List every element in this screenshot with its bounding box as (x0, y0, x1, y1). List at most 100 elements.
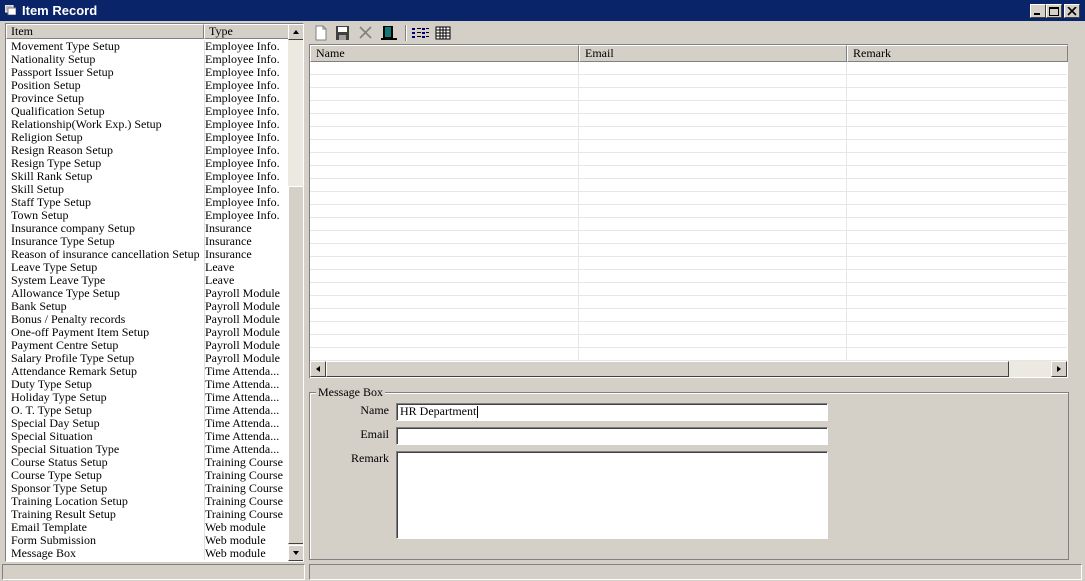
scroll-left-button[interactable] (310, 361, 326, 377)
grid-row-line (310, 295, 1067, 296)
list-item[interactable]: Reason of insurance cancellation Setup In… (6, 248, 288, 261)
arrow-down-icon (293, 551, 299, 555)
name-field[interactable]: HR Department (396, 403, 828, 421)
list-item[interactable]: Qualification Setup Employee Info. (6, 105, 288, 118)
list-item[interactable]: Message Box Web module (6, 547, 288, 560)
delete-button[interactable] (356, 24, 376, 42)
list-item[interactable]: Allowance Type Setup Payroll Module (6, 287, 288, 300)
list-item[interactable]: Bonus / Penalty records Payroll Module (6, 313, 288, 326)
list-view-button[interactable] (410, 24, 430, 42)
list-item[interactable]: Holiday Type Setup Time Attenda... (6, 391, 288, 404)
list-item[interactable]: Sponsor Type Setup Training Course (6, 482, 288, 495)
scroll-thumb[interactable] (288, 186, 303, 544)
record-grid[interactable]: Name Email Remark (309, 44, 1068, 378)
list-item[interactable]: Form Submission Web module (6, 534, 288, 547)
item-name: Form Submission (11, 534, 97, 547)
item-type: Employee Info. (204, 79, 285, 92)
column-header-email[interactable]: Email (579, 45, 847, 62)
column-header-remark[interactable]: Remark (847, 45, 1068, 62)
list-item[interactable]: Resign Reason Setup Employee Info. (6, 144, 288, 157)
exit-button[interactable] (379, 24, 399, 42)
item-name: Reason of insurance cancellation Setup (11, 248, 199, 261)
grid-row-line (310, 217, 1067, 218)
email-field[interactable] (396, 427, 828, 445)
item-type: Web module (204, 521, 285, 534)
list-item[interactable]: Training Result Setup Training Course (6, 508, 288, 521)
item-name: Sponsor Type Setup (11, 482, 108, 495)
list-item[interactable]: Duty Type Setup Time Attenda... (6, 378, 288, 391)
grid-row-line (310, 113, 1067, 114)
list-item[interactable]: Province Setup Employee Info. (6, 92, 288, 105)
list-item[interactable]: Staff Type Setup Employee Info. (6, 196, 288, 209)
list-item[interactable]: Special Situation Type Time Attenda... (6, 443, 288, 456)
app-icon (5, 5, 16, 15)
list-item[interactable]: Special Day Setup Time Attenda... (6, 417, 288, 430)
list-item[interactable]: Special Situation Time Attenda... (6, 430, 288, 443)
list-item[interactable]: Email Template Web module (6, 521, 288, 534)
column-header-name[interactable]: Name (310, 45, 579, 62)
list-item[interactable]: Relationship(Work Exp.) Setup Employee In… (6, 118, 288, 131)
remark-field[interactable] (396, 451, 828, 539)
item-list[interactable]: Item Type Movement Type Setup Employee In… (5, 23, 304, 562)
grid-row-line (310, 243, 1067, 244)
list-item[interactable]: Bank Setup Payroll Module (6, 300, 288, 313)
scroll-up-button[interactable] (288, 24, 303, 40)
list-item[interactable]: Training Location Setup Training Course (6, 495, 288, 508)
grid-column-divider (846, 62, 847, 362)
list-item[interactable]: Position Setup Employee Info. (6, 79, 288, 92)
scroll-right-button[interactable] (1051, 361, 1067, 377)
item-type: Employee Info. (204, 66, 285, 79)
new-button[interactable] (311, 24, 331, 42)
list-item[interactable]: Resign Type Setup Employee Info. (6, 157, 288, 170)
list-item[interactable]: One-off Payment Item Setup Payroll Module (6, 326, 288, 339)
save-button[interactable] (333, 24, 353, 42)
list-item[interactable]: Course Type Setup Training Course (6, 469, 288, 482)
item-name: Special Situation Type (11, 443, 120, 456)
list-item[interactable]: Religion Setup Employee Info. (6, 131, 288, 144)
grid-row-line (310, 334, 1067, 335)
list-item[interactable]: Leave Type Setup Leave (6, 261, 288, 274)
list-item[interactable]: Movement Type Setup Employee Info. (6, 40, 288, 53)
list-item[interactable]: System Leave Type Leave (6, 274, 288, 287)
list-item[interactable]: Payment Centre Setup Payroll Module (6, 339, 288, 352)
delete-icon (359, 26, 372, 39)
grid-row-line (310, 191, 1067, 192)
list-item[interactable]: Insurance company Setup Insurance (6, 222, 288, 235)
email-label: Email (360, 427, 389, 441)
list-item[interactable]: O. T. Type Setup Time Attenda... (6, 404, 288, 417)
status-bar (0, 563, 1085, 581)
scroll-thumb[interactable] (326, 361, 1009, 377)
grid-view-button[interactable] (433, 24, 453, 42)
item-name: Special Day Setup (11, 417, 100, 430)
list-item[interactable]: Nationality Setup Employee Info. (6, 53, 288, 66)
list-item[interactable]: Attendance Remark Setup Time Attenda... (6, 365, 288, 378)
item-type: Payroll Module (204, 352, 285, 365)
maximize-button[interactable] (1046, 4, 1062, 18)
item-list-scrollbar[interactable] (288, 24, 303, 561)
item-name: Training Location Setup (11, 495, 128, 508)
list-item[interactable]: Skill Setup Employee Info. (6, 183, 288, 196)
item-name: Email Template (11, 521, 87, 534)
item-type: Employee Info. (204, 144, 285, 157)
grid-row-line (310, 87, 1067, 88)
item-type: Employee Info. (204, 157, 285, 170)
column-header-item[interactable]: Item (6, 24, 204, 39)
column-header-type[interactable]: Type (204, 24, 289, 39)
status-pane-right (309, 564, 1082, 580)
item-name: Insurance company Setup (11, 222, 135, 235)
list-item[interactable]: Course Status Setup Training Course (6, 456, 288, 469)
list-item[interactable]: Insurance Type Setup Insurance (6, 235, 288, 248)
minimize-button[interactable] (1030, 4, 1046, 18)
item-type: Time Attenda... (204, 443, 285, 456)
item-type: Time Attenda... (204, 378, 285, 391)
item-type: Payroll Module (204, 313, 285, 326)
status-pane-left (2, 564, 305, 580)
close-button[interactable] (1064, 4, 1080, 18)
scroll-down-button[interactable] (288, 545, 303, 561)
list-item[interactable]: Skill Rank Setup Employee Info. (6, 170, 288, 183)
list-item[interactable]: Passport Issuer Setup Employee Info. (6, 66, 288, 79)
list-item[interactable]: Town Setup Employee Info. (6, 209, 288, 222)
grid-horizontal-scrollbar[interactable] (310, 361, 1067, 377)
list-item[interactable]: Salary Profile Type Setup Payroll Module (6, 352, 288, 365)
item-name: Training Result Setup (11, 508, 116, 521)
